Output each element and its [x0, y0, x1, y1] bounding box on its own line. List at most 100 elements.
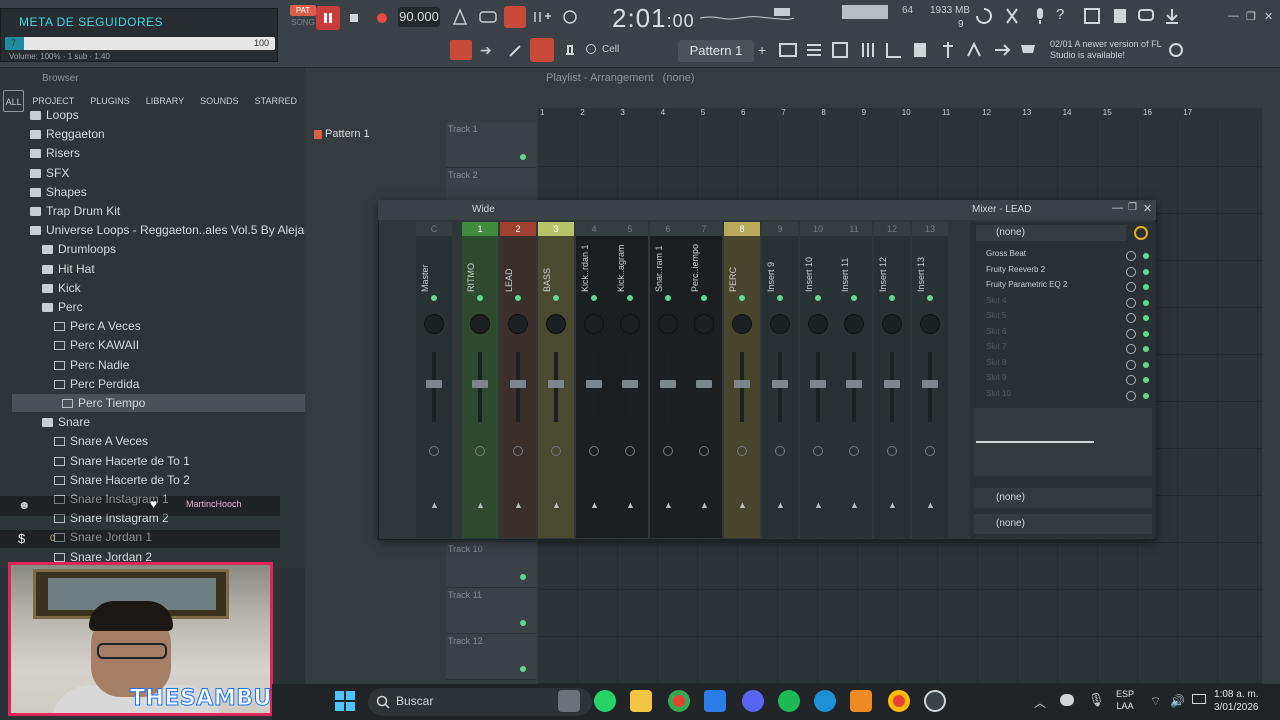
slot-enable-led[interactable] — [1143, 268, 1149, 275]
slot-enable-led[interactable] — [1143, 392, 1149, 399]
track-header[interactable]: Track 1 — [446, 122, 536, 168]
volume-fader-handle[interactable] — [548, 380, 564, 388]
language-indicator[interactable]: ESP LAA — [1116, 688, 1134, 712]
route-arrow-icon[interactable]: ▲ — [430, 500, 439, 510]
mixer-strip[interactable]: C Master ▲ — [416, 222, 452, 538]
fx-toggle-icon[interactable] — [663, 446, 673, 456]
browser-file[interactable]: Perc KAWAII — [0, 336, 139, 354]
slot-enable-led[interactable] — [1143, 315, 1149, 321]
mixer-input-select[interactable]: (none) — [976, 225, 1126, 241]
fx-toggle-icon[interactable] — [475, 446, 485, 456]
browser-file[interactable]: Snare A Veces — [0, 432, 148, 450]
pan-knob[interactable] — [844, 314, 864, 334]
playlist-ruler[interactable]: 1 2 3 4 5 6 7 8 9 10 11 12 13 14 15 16 17 — [538, 108, 1262, 120]
mixer-output-select-bottom[interactable]: (none) — [974, 514, 1152, 534]
volume-fader-handle[interactable] — [810, 380, 826, 388]
mic-tray-icon[interactable]: 🎙 — [1088, 692, 1105, 708]
slot-mix-knob[interactable] — [1126, 375, 1136, 385]
mixer-view-mode[interactable]: Wide — [472, 204, 495, 215]
slot-mix-knob[interactable] — [1126, 313, 1136, 323]
chrome-icon[interactable] — [668, 690, 690, 712]
volume-fader-handle[interactable] — [734, 380, 750, 388]
browser-folder[interactable]: Kick — [0, 279, 81, 297]
track-header[interactable]: Track 12 — [446, 634, 536, 680]
track-enable-led[interactable] — [520, 620, 526, 626]
track-enable-led[interactable] — [520, 666, 526, 672]
tempo-display[interactable]: 90.000 — [398, 7, 440, 27]
tab-library[interactable]: LIBRARY — [138, 90, 192, 112]
pan-knob[interactable] — [808, 314, 828, 334]
wait-input-icon[interactable] — [478, 8, 498, 26]
touch-keyboard-icon[interactable] — [964, 40, 984, 60]
task-view-icon[interactable] — [558, 690, 580, 712]
slot-enable-led[interactable] — [1143, 330, 1149, 337]
slot-mix-knob[interactable] — [1126, 390, 1136, 401]
save-icon[interactable] — [1082, 6, 1102, 26]
browser-folder[interactable]: Snare — [0, 413, 90, 431]
track-header[interactable]: Track 10 — [446, 542, 536, 588]
chrome-profile-icon[interactable] — [888, 690, 910, 712]
slot-enable-led[interactable] — [1143, 284, 1149, 290]
pan-knob[interactable] — [470, 314, 490, 334]
slot-mix-knob[interactable] — [1126, 359, 1136, 370]
strip-enable-led[interactable] — [889, 295, 895, 301]
download-icon[interactable] — [1162, 6, 1182, 26]
pan-knob[interactable] — [770, 314, 790, 334]
mixer-strip[interactable]: 5 Kick..agram ▲ — [612, 222, 648, 538]
mixer-strip[interactable]: 8 PERC ▲ — [724, 222, 760, 538]
snap-value[interactable]: Cell — [602, 44, 619, 55]
fx-toggle-icon[interactable] — [513, 446, 523, 456]
route-arrow-icon[interactable]: ▲ — [776, 500, 785, 510]
update-notice[interactable]: 02/01 A newer version of FL Studio is av… — [1050, 39, 1162, 61]
route-arrow-icon[interactable]: ▲ — [738, 500, 747, 510]
play-pause-button[interactable] — [316, 6, 340, 30]
slot-mix-knob[interactable] — [1126, 251, 1136, 261]
patcher-icon[interactable] — [992, 40, 1012, 60]
playlist-icon[interactable] — [778, 40, 798, 60]
browser-folder[interactable]: Reggaeton — [0, 125, 105, 143]
route-arrow-icon[interactable]: ▲ — [552, 500, 561, 510]
help-icon[interactable]: ? — [1056, 6, 1064, 23]
route-arrow-icon[interactable]: ▲ — [700, 500, 709, 510]
obs-icon[interactable] — [924, 690, 946, 712]
tab-sounds[interactable]: SOUNDS — [192, 90, 247, 112]
volume-fader-handle[interactable] — [696, 380, 712, 388]
route-arrow-icon[interactable]: ▲ — [664, 500, 673, 510]
fx-toggle-icon[interactable] — [813, 446, 823, 456]
fx-slot[interactable]: Slot 4 — [976, 296, 1126, 311]
slot-mix-knob[interactable] — [1126, 282, 1136, 292]
pan-knob[interactable] — [920, 314, 940, 334]
tray-chevron-icon[interactable]: ︿ — [1034, 694, 1046, 711]
plugin-manager-icon[interactable] — [1110, 6, 1130, 26]
track-header[interactable]: Track 11 — [446, 588, 536, 634]
slot-mix-knob[interactable] — [1126, 344, 1136, 354]
spotify-icon[interactable] — [778, 690, 800, 712]
restore-icon[interactable]: ❐ — [1246, 10, 1256, 23]
browser-folder[interactable]: Hit Hat — [0, 260, 95, 278]
mixer-strip[interactable]: 9 Insert 9 ▲ — [762, 222, 798, 538]
browser-file[interactable]: Snare Hacerte de To 1 — [0, 452, 190, 470]
ms-store-icon[interactable] — [704, 690, 726, 712]
browser-folder[interactable]: Universe Loops - Reggaeton..ales Vol.5 B… — [0, 221, 305, 239]
fx-slot[interactable]: Fruity Reeverb 2 — [976, 265, 1126, 280]
minimize-icon[interactable]: — — [1228, 10, 1239, 22]
volume-fader-handle[interactable] — [660, 380, 676, 388]
strip-enable-led[interactable] — [553, 295, 559, 301]
pattern-selector[interactable]: Pattern 1 — [678, 40, 754, 62]
fx-toggle-icon[interactable] — [589, 446, 599, 456]
cut-tool-icon[interactable] — [1002, 6, 1022, 26]
close-icon[interactable]: ✕ — [1264, 10, 1273, 23]
countdown-icon[interactable] — [504, 6, 526, 28]
fx-toggle-icon[interactable] — [699, 446, 709, 456]
undo-icon[interactable] — [974, 6, 994, 26]
microphone-icon[interactable] — [1030, 6, 1050, 26]
strip-enable-led[interactable] — [591, 295, 597, 301]
volume-fader-handle[interactable] — [586, 380, 602, 388]
mixer-minimize-icon[interactable]: — — [1112, 202, 1123, 214]
browser-folder[interactable]: Perc — [0, 298, 83, 316]
strip-enable-led[interactable] — [431, 295, 437, 301]
strip-enable-led[interactable] — [739, 295, 745, 301]
volume-icon[interactable]: 🔊 — [1170, 694, 1185, 708]
mixer-strip[interactable]: 11 Insert 11 ▲ — [836, 222, 872, 538]
browser-folder[interactable]: Shapes — [0, 183, 87, 201]
